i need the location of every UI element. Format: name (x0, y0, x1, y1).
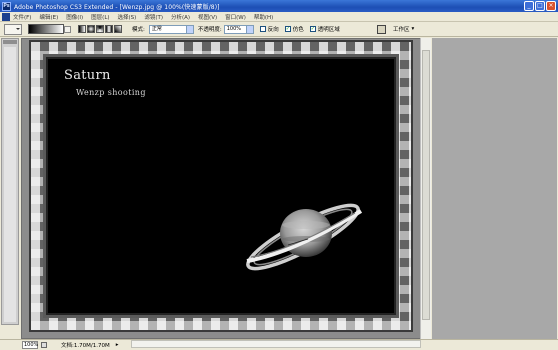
document-icon[interactable] (2, 12, 10, 21)
mode-label: 模式: (132, 27, 145, 33)
menu-select[interactable]: 选择(S) (118, 13, 137, 21)
info-icon[interactable] (41, 342, 47, 348)
palette-well-icon[interactable] (377, 25, 386, 34)
image-title-text: Saturn (64, 68, 111, 83)
saturn-image (246, 203, 363, 271)
panel-body (4, 47, 16, 322)
opacity-input[interactable]: 100% (223, 24, 254, 34)
minimize-button[interactable]: _ (524, 1, 534, 11)
close-button[interactable]: × (546, 1, 556, 11)
window-title: Adobe Photoshop CS3 Extended - [Wenzp.jp… (14, 3, 220, 11)
dither-label: 仿色 (292, 27, 304, 33)
reflected-gradient-icon[interactable] (105, 25, 113, 33)
reverse-label: 反向 (267, 27, 279, 33)
opacity-label: 不透明度: (197, 27, 222, 33)
angle-gradient-icon[interactable] (96, 25, 104, 33)
mode-select[interactable]: 正常 (148, 24, 194, 34)
panel-grip[interactable] (3, 40, 17, 44)
menu-file[interactable]: 文件(F) (13, 13, 31, 21)
chevron-right-icon[interactable]: ▸ (116, 342, 119, 348)
transparency-checkbox[interactable]: ✓ 透明区域 (309, 25, 340, 33)
chevron-down-icon[interactable] (185, 25, 193, 33)
menu-layer[interactable]: 图层(L) (91, 13, 109, 21)
dither-checkbox[interactable]: ✓ 仿色 (284, 25, 304, 33)
radial-gradient-icon[interactable] (87, 25, 95, 33)
workspace-label: 工作区 (393, 27, 410, 33)
menu-edit[interactable]: 编辑(E) (39, 13, 58, 21)
menu-help[interactable]: 帮助(H) (254, 13, 273, 21)
tools-panel (1, 38, 19, 325)
zoom-input[interactable]: 100% (22, 341, 38, 349)
checkmark-icon[interactable]: ✓ (309, 26, 316, 32)
workspace-menu[interactable]: 工作区 ▾ (393, 25, 414, 33)
chevron-right-icon[interactable] (245, 25, 253, 33)
menu-window[interactable]: 窗口(W) (225, 13, 246, 21)
gradient-picker[interactable] (28, 24, 71, 34)
document-info: 文档:1.70M/1.70M (61, 343, 110, 349)
image-canvas[interactable]: Saturn Wenzp shooting (29, 40, 413, 332)
opacity-value: 100% (226, 25, 242, 32)
checkbox-icon[interactable] (259, 26, 266, 32)
window-controls: _ □ × (524, 1, 556, 11)
menu-image[interactable]: 图像(I) (66, 13, 83, 21)
options-bar: 模式: 正常 不透明度: 100% 反向 ✓ 仿色 ✓ 透明区域 工作区 ▾ (0, 22, 558, 37)
menu-view[interactable]: 视图(V) (198, 13, 217, 21)
gradient-dropdown-icon[interactable] (64, 26, 71, 33)
menu-bar: 文件(F) 编辑(E) 图像(I) 图层(L) 选择(S) 滤镜(T) 分析(A… (0, 12, 558, 22)
photo-area: Saturn Wenzp shooting (43, 54, 399, 318)
mode-value: 正常 (151, 25, 162, 32)
vertical-scrollbar[interactable] (420, 38, 431, 339)
gradient-type-buttons (78, 25, 122, 33)
image-subtitle-text: Wenzp shooting (76, 88, 146, 97)
scroll-thumb[interactable] (422, 50, 430, 320)
transparency-label: 透明区域 (317, 27, 340, 33)
tool-preset-picker[interactable] (4, 23, 22, 35)
horizontal-scrollbar[interactable] (131, 340, 421, 348)
panel-dock (432, 38, 557, 339)
linear-gradient-icon[interactable] (78, 25, 86, 33)
reverse-checkbox[interactable]: 反向 (259, 25, 279, 33)
title-bar: Ps Adobe Photoshop CS3 Extended - [Wenzp… (0, 0, 558, 12)
photoshop-icon: Ps (2, 1, 11, 11)
menu-analysis[interactable]: 分析(A) (171, 13, 190, 21)
menu-filter[interactable]: 滤镜(T) (144, 13, 163, 21)
checkmark-icon[interactable]: ✓ (284, 26, 291, 32)
maximize-button[interactable]: □ (535, 1, 545, 11)
chevron-down-icon: ▾ (411, 26, 415, 32)
diamond-gradient-icon[interactable] (114, 25, 122, 33)
